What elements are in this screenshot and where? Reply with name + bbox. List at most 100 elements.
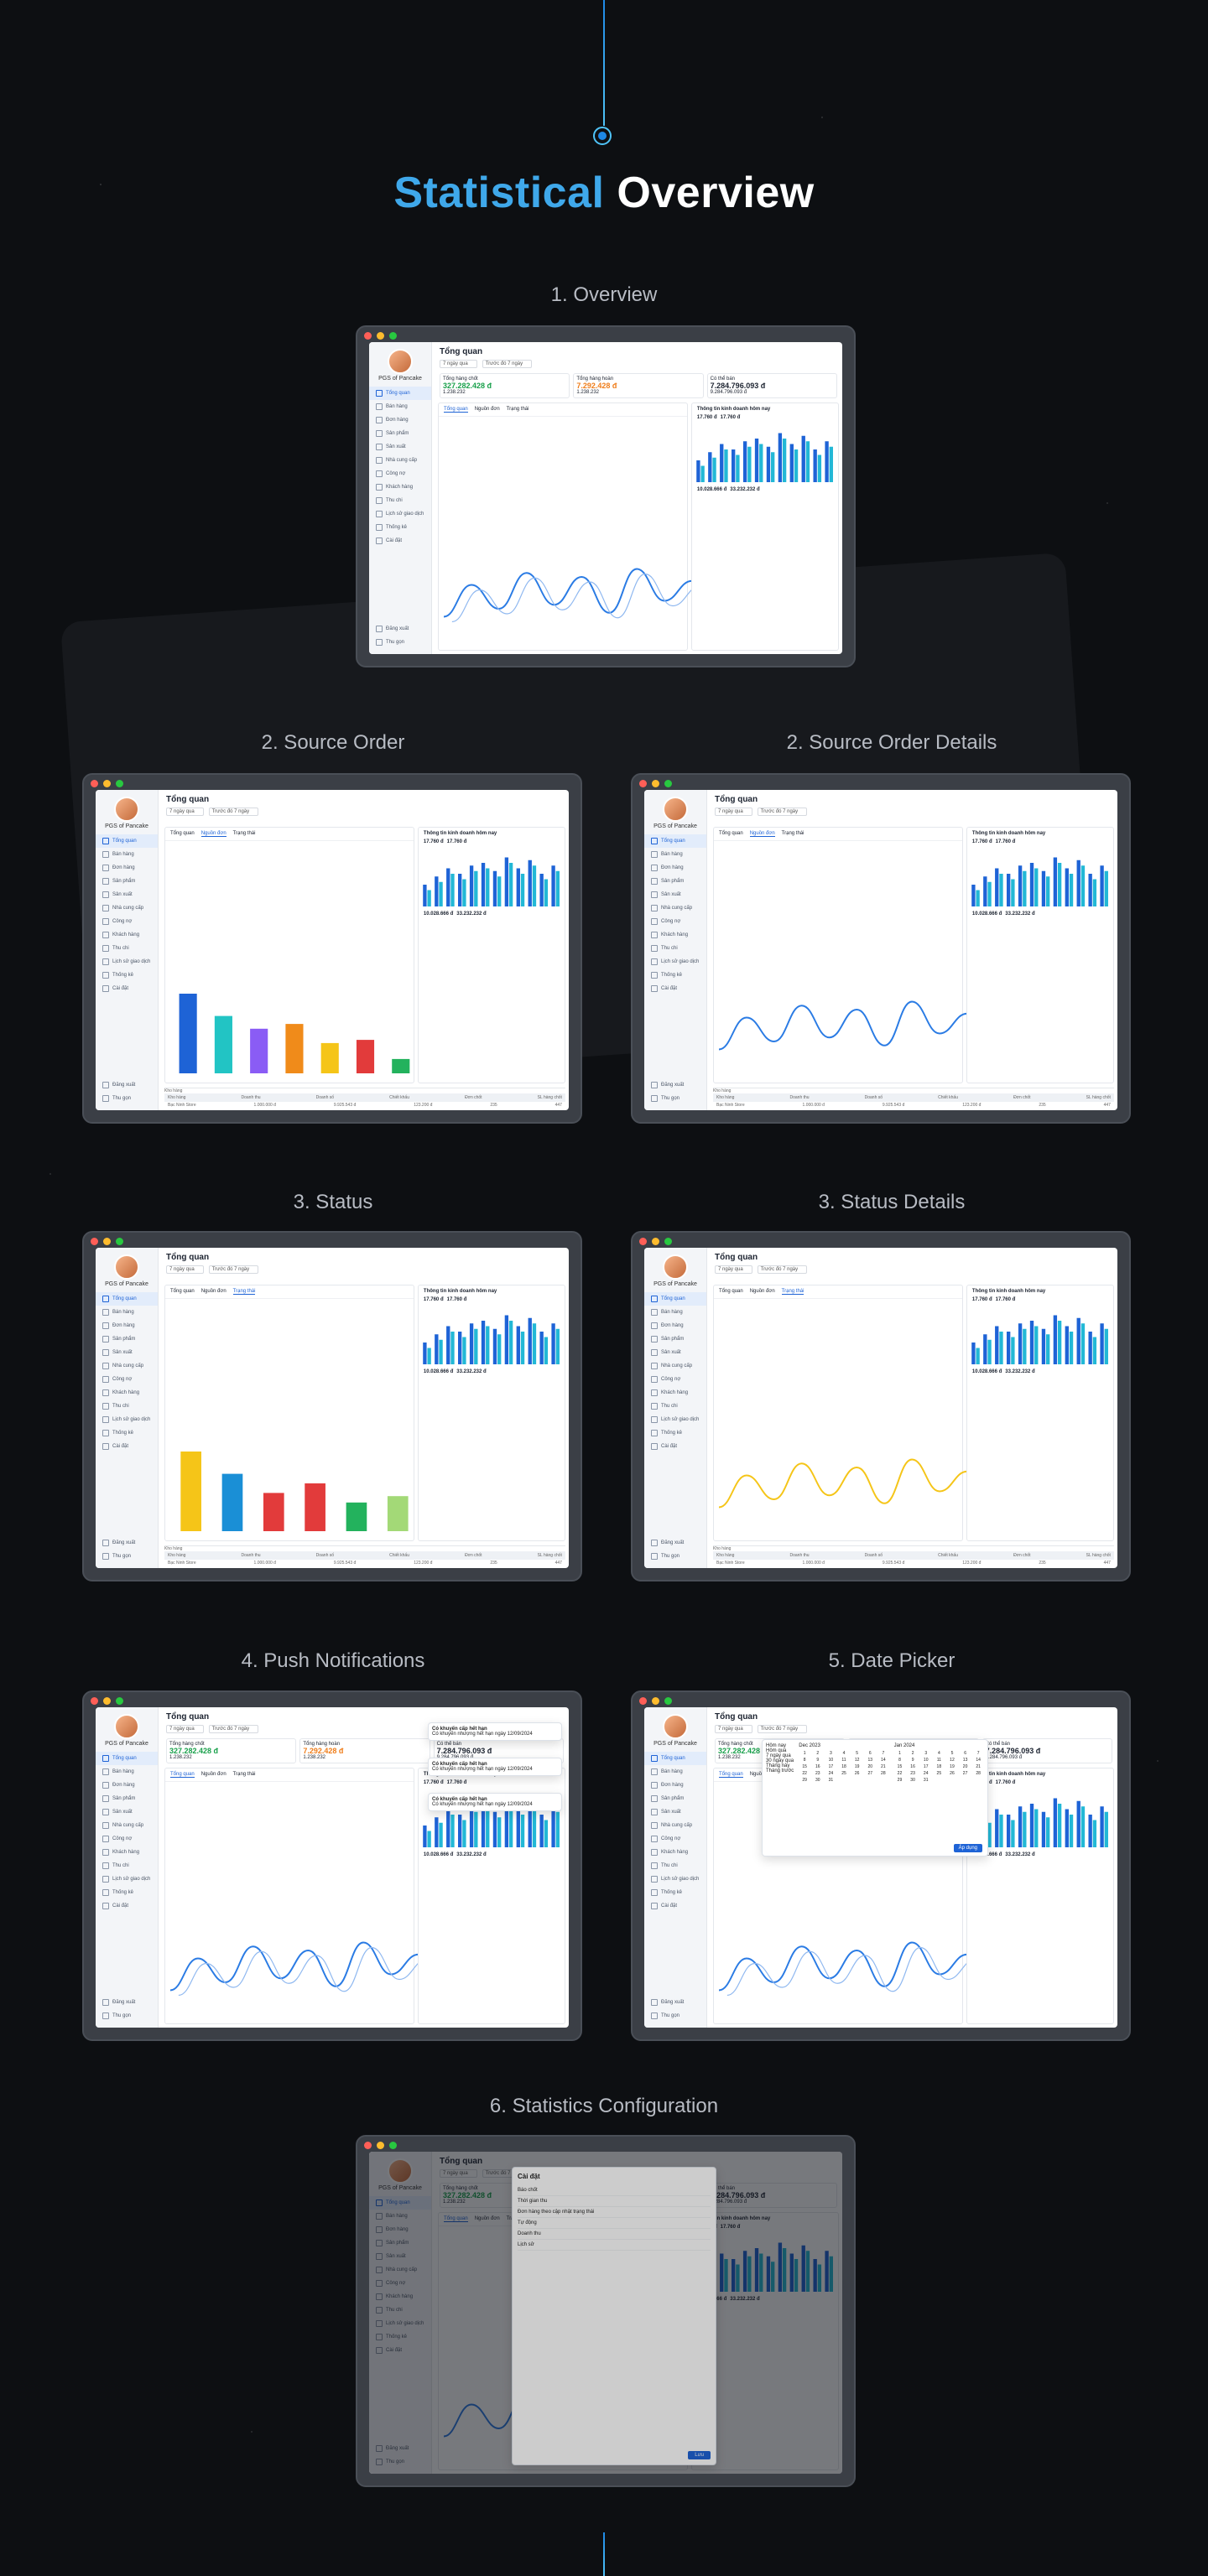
calendar-day[interactable]: 3 — [825, 1751, 837, 1756]
sidebar-item[interactable]: Sản xuất — [96, 1805, 158, 1819]
avatar[interactable] — [663, 797, 688, 822]
maximize-dot[interactable] — [116, 1697, 123, 1705]
calendar-day[interactable]: 19 — [851, 1764, 863, 1769]
compare-select[interactable]: Trước đó 7 ngày — [757, 1725, 808, 1733]
apply-button[interactable]: Áp dụng — [953, 1844, 982, 1852]
time-range-select[interactable]: 7 ngày qua — [715, 1265, 752, 1274]
minimize-dot[interactable] — [377, 332, 384, 340]
sidebar-item[interactable]: Công nợ — [644, 915, 706, 928]
avatar[interactable] — [114, 1714, 139, 1739]
calendar-day[interactable]: 12 — [946, 1758, 958, 1763]
sidebar-item[interactable]: Tổng quan — [644, 834, 706, 848]
calendar-day[interactable]: 7 — [972, 1751, 984, 1756]
calendar-day[interactable]: 19 — [946, 1764, 958, 1769]
time-range-select[interactable]: 7 ngày qua — [166, 1265, 204, 1274]
sidebar-item[interactable]: Bán hàng — [644, 1765, 706, 1779]
sidebar-item[interactable]: Thống kê — [96, 1886, 158, 1899]
calendar-day[interactable]: 21 — [877, 1764, 889, 1769]
avatar[interactable] — [663, 1714, 688, 1739]
calendar-day[interactable]: 4 — [838, 1751, 850, 1756]
calendar-day[interactable]: 15 — [799, 1764, 810, 1769]
calendar-day[interactable]: 4 — [934, 1751, 945, 1756]
close-dot[interactable] — [91, 1697, 98, 1705]
tab[interactable]: Nguồn đơn — [475, 407, 500, 413]
sidebar-item[interactable]: Bán hàng — [96, 1765, 158, 1779]
sidebar-item[interactable]: Thống kê — [96, 969, 158, 982]
calendar-day[interactable]: 22 — [799, 1771, 810, 1776]
sidebar-item[interactable]: Sản phẩm — [644, 1792, 706, 1805]
sidebar-bottom-item[interactable]: Đăng xuất — [644, 1996, 706, 2009]
calendar-day[interactable]: 14 — [972, 1758, 984, 1763]
calendar-day[interactable]: 21 — [972, 1764, 984, 1769]
tab[interactable]: Nguồn đơn — [750, 1289, 775, 1295]
minimize-dot[interactable] — [652, 780, 659, 787]
sidebar-item[interactable]: Bán hàng — [96, 1306, 158, 1319]
close-dot[interactable] — [639, 780, 647, 787]
tab[interactable]: Trạng thái — [232, 1289, 256, 1295]
calendar-day[interactable]: 26 — [851, 1771, 863, 1776]
avatar[interactable] — [114, 1254, 139, 1280]
table-row[interactable]: Bạc Ninh Store 1.000.000 đ 9.925.543 đ 123.… — [164, 1102, 565, 1109]
sidebar-item[interactable]: Cài đặt — [644, 1440, 706, 1453]
sidebar-item[interactable]: Sản phẩm — [96, 1792, 158, 1805]
calendar-day[interactable]: 28 — [972, 1771, 984, 1776]
calendar-day[interactable]: 30 — [907, 1778, 919, 1783]
calendar-day[interactable]: 31 — [920, 1778, 932, 1783]
calendar-day[interactable]: 6 — [960, 1751, 971, 1756]
compare-select[interactable]: Trước đó 7 ngày — [757, 808, 808, 816]
sidebar-item[interactable]: Sản xuất — [644, 888, 706, 901]
sidebar-item[interactable]: Công nợ — [96, 1832, 158, 1846]
calendar-day[interactable]: 7 — [877, 1751, 889, 1756]
sidebar-item[interactable]: Đơn hàng — [96, 1319, 158, 1332]
tab[interactable]: Nguồn đơn — [200, 831, 226, 837]
sidebar-bottom-item[interactable]: Thu gọn — [644, 2009, 706, 2023]
sidebar-item[interactable]: Thu chi — [644, 942, 706, 955]
sidebar-item[interactable]: Công nợ — [96, 915, 158, 928]
sidebar-item[interactable]: Nhà cung cấp — [96, 1359, 158, 1373]
calendar-day[interactable]: 22 — [894, 1771, 906, 1776]
calendar-day[interactable]: 25 — [838, 1771, 850, 1776]
sidebar-item[interactable]: Nhà cung cấp — [369, 454, 431, 467]
avatar[interactable] — [114, 797, 139, 822]
tab[interactable]: Trạng thái — [782, 831, 804, 837]
modal-option[interactable]: Lịch sử — [518, 2240, 711, 2251]
sidebar-item[interactable]: Sản phẩm — [96, 1332, 158, 1346]
table-row[interactable]: Bạc Ninh Store 1.000.000 đ 9.925.543 đ 123.… — [713, 1102, 1114, 1109]
maximize-dot[interactable] — [664, 780, 672, 787]
save-button[interactable]: Lưu — [688, 2451, 711, 2459]
sidebar-item[interactable]: Tổng quan — [369, 387, 431, 400]
compare-select[interactable]: Trước đó 7 ngày — [208, 1725, 259, 1733]
sidebar-item[interactable]: Cài đặt — [96, 1440, 158, 1453]
minimize-dot[interactable] — [103, 1238, 111, 1245]
tab[interactable]: Tổng quan — [170, 831, 195, 837]
calendar-day[interactable]: 18 — [934, 1764, 945, 1769]
calendar-day[interactable]: 23 — [907, 1771, 919, 1776]
calendar-day[interactable]: 27 — [864, 1771, 876, 1776]
time-range-select[interactable]: 7 ngày qua — [715, 808, 752, 816]
sidebar-item[interactable]: Công nợ — [644, 1373, 706, 1386]
sidebar-item[interactable]: Đơn hàng — [96, 861, 158, 875]
time-range-select[interactable]: 7 ngày qua — [440, 360, 477, 368]
calendar-day[interactable]: 5 — [946, 1751, 958, 1756]
maximize-dot[interactable] — [664, 1697, 672, 1705]
calendar-day[interactable]: 20 — [960, 1764, 971, 1769]
close-dot[interactable] — [91, 780, 98, 787]
minimize-dot[interactable] — [652, 1238, 659, 1245]
time-range-select[interactable]: 7 ngày qua — [166, 808, 204, 816]
sidebar-item[interactable]: Thu chi — [369, 494, 431, 507]
sidebar-item[interactable]: Thống kê — [644, 1886, 706, 1899]
sidebar-item[interactable]: Lịch sử giao dịch — [644, 1872, 706, 1886]
sidebar-item[interactable]: Nhà cung cấp — [96, 1819, 158, 1832]
sidebar-item[interactable]: Sản phẩm — [96, 875, 158, 888]
sidebar-item[interactable]: Cài đặt — [369, 534, 431, 548]
minimize-dot[interactable] — [652, 1697, 659, 1705]
sidebar-item[interactable]: Bán hàng — [644, 848, 706, 861]
sidebar-item[interactable]: Lịch sử giao dịch — [96, 1413, 158, 1426]
sidebar-item[interactable]: Khách hàng — [369, 480, 431, 494]
calendar-day[interactable]: 9 — [907, 1758, 919, 1763]
calendar-day[interactable]: 28 — [877, 1771, 889, 1776]
tab[interactable]: Trạng thái — [781, 1289, 804, 1295]
calendar-day[interactable]: 8 — [799, 1758, 810, 1763]
modal-option[interactable]: Doanh thu — [518, 2229, 711, 2240]
calendar-day[interactable]: 14 — [877, 1758, 889, 1763]
